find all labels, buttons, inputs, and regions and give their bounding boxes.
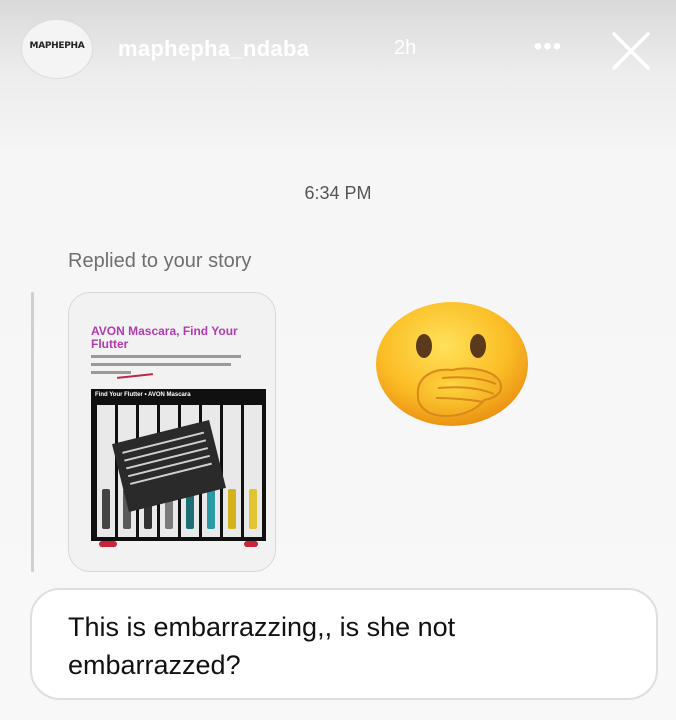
avatar[interactable]: MAPHEPHA bbox=[22, 20, 92, 78]
more-options-button[interactable]: ••• bbox=[528, 32, 568, 62]
close-button[interactable] bbox=[610, 30, 652, 72]
username[interactable]: maphepha_ndaba bbox=[118, 36, 309, 62]
reply-context-label: Replied to your story bbox=[68, 250, 252, 272]
message-timestamp: 6:34 PM bbox=[304, 183, 372, 203]
story-thumbnail-meta bbox=[91, 355, 251, 379]
story-thumbnail-footer bbox=[91, 541, 266, 547]
close-icon bbox=[612, 32, 650, 70]
reply-indicator-bar bbox=[31, 292, 34, 572]
story-thumbnail[interactable]: AVON Mascara, Find Your Flutter Find You… bbox=[68, 292, 276, 572]
avatar-logo-text: MAPHEPHA bbox=[29, 41, 85, 51]
face-with-hand-over-mouth-emoji bbox=[372, 300, 530, 430]
message-text: This is embarrazzing,, is she not embarr… bbox=[68, 612, 456, 680]
story-thumbnail-card-title: Find Your Flutter • AVON Mascara bbox=[95, 392, 191, 398]
more-horizontal-icon: ••• bbox=[533, 33, 563, 60]
post-time: 2h bbox=[394, 37, 417, 59]
story-header: MAPHEPHA maphepha_ndaba 2h ••• bbox=[0, 0, 676, 100]
message-bubble[interactable]: This is embarrazzing,, is she not embarr… bbox=[30, 588, 658, 700]
story-thumbnail-title: AVON Mascara, Find Your Flutter bbox=[91, 324, 238, 351]
